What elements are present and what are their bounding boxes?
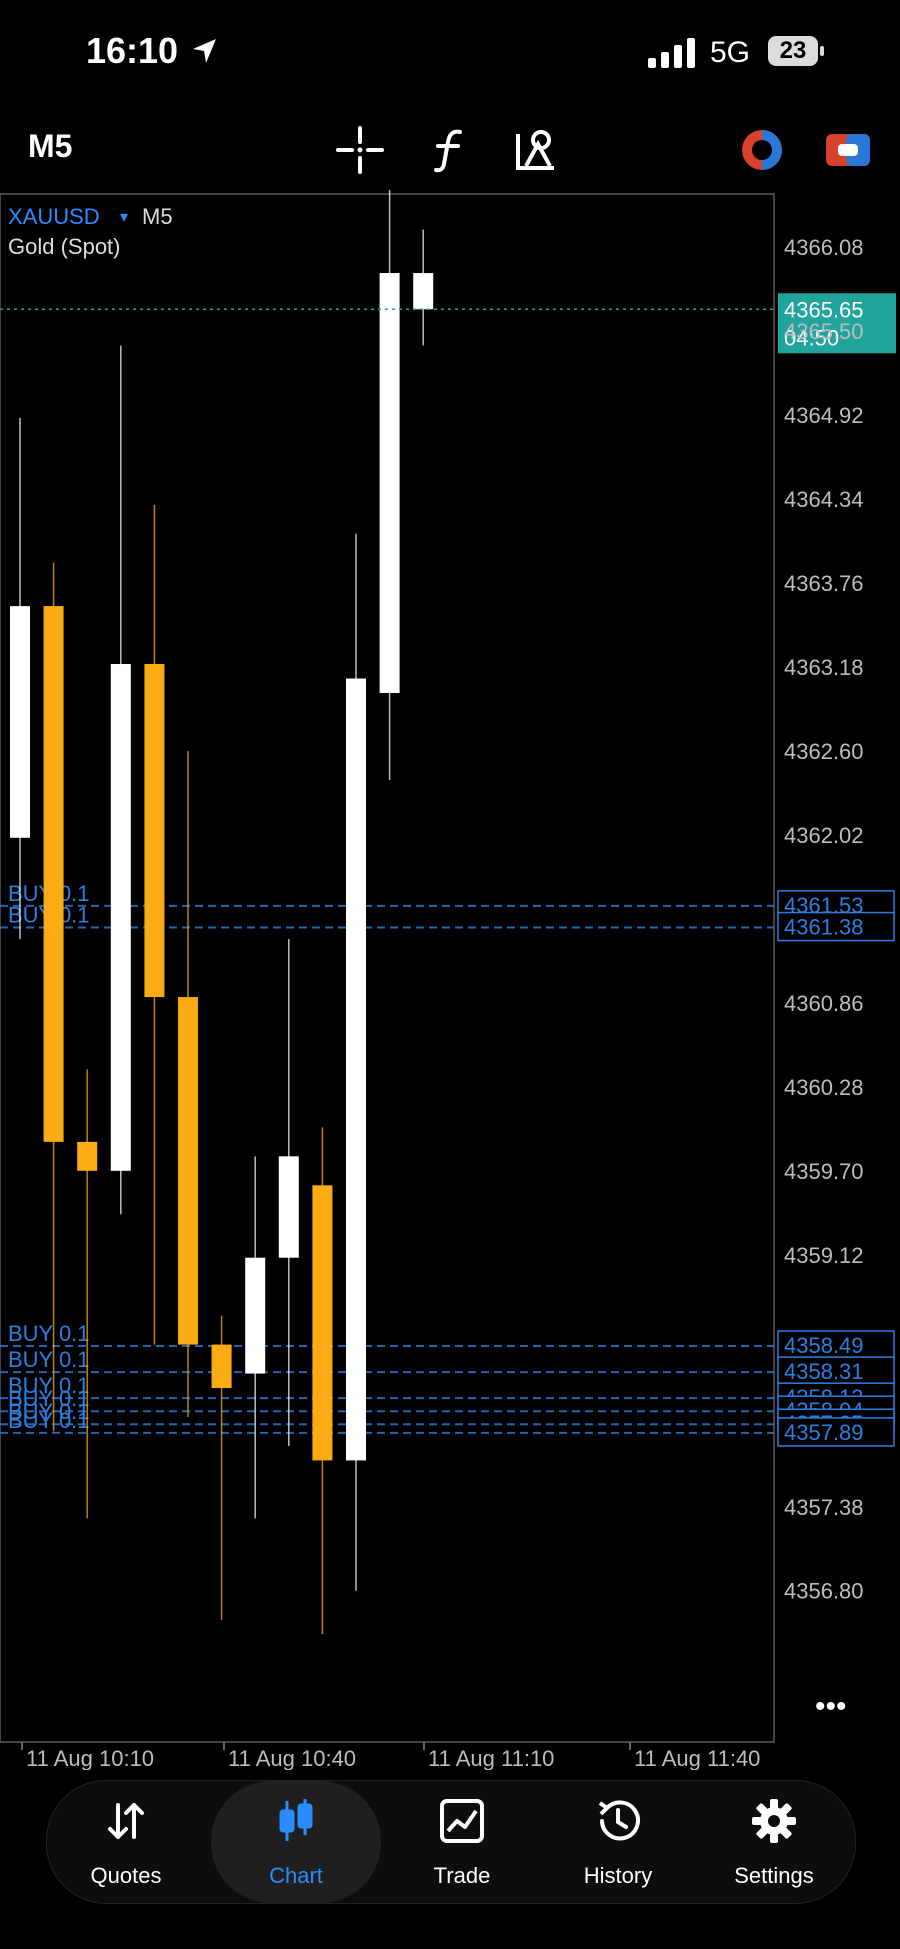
nav-trade[interactable]: Trade [387, 1781, 537, 1903]
candle-body [379, 273, 400, 693]
y-tick-label: 4359.70 [784, 1159, 864, 1184]
candle-body [413, 273, 434, 310]
x-tick-label: 11 Aug 10:10 [26, 1746, 154, 1770]
nav-history-label: History [583, 1863, 653, 1888]
y-tick-label: 4362.60 [784, 739, 864, 764]
x-tick-label: 11 Aug 11:40 [634, 1746, 760, 1770]
timeframe-button[interactable]: M5 [28, 128, 72, 165]
y-tick-label: 4356.80 [784, 1579, 864, 1604]
history-clock-icon [598, 1800, 640, 1841]
candle [312, 1127, 333, 1635]
one-click-trading-icon[interactable] [736, 124, 788, 176]
y-tick-label: 4366.08 [784, 235, 864, 260]
candle [346, 533, 366, 1591]
candle-body [346, 678, 366, 1461]
y-tick-label: 4364.92 [784, 403, 864, 428]
y-tick-label: 4365.50 [784, 319, 864, 344]
nav-chart[interactable]: Chart [211, 1781, 381, 1903]
price-chart[interactable]: XAUUSD ▾ M5 Gold (Spot) BUY 0.1 4361.53BU… [0, 190, 900, 1770]
candle-body [211, 1344, 232, 1389]
candle-body [77, 1141, 98, 1171]
y-tick-label: 4364.34 [784, 487, 864, 512]
candle-body [278, 1156, 299, 1258]
x-tick-label: 11 Aug 10:40 [228, 1746, 356, 1770]
candle-body [43, 606, 64, 1142]
buy-order-label: BUY 0.1 [8, 1347, 90, 1372]
quotes-arrows-icon [108, 1803, 144, 1839]
y-tick-label: 4357.38 [784, 1495, 864, 1520]
objects-shapes-icon[interactable] [510, 124, 562, 176]
candle-body [110, 664, 131, 1171]
candle-body [178, 997, 198, 1345]
bottom-navigation: Quotes Chart Trade History Settings [46, 1780, 856, 1904]
y-tick-label: 4360.86 [784, 991, 864, 1016]
buy-order-price: 4358.49 [784, 1333, 864, 1358]
buy-order-price: 4361.38 [784, 915, 864, 940]
nav-history[interactable]: History [543, 1781, 693, 1903]
y-tick-label: 4360.28 [784, 1075, 864, 1100]
network-type: 5G [710, 36, 751, 69]
symbol-dropdown-icon[interactable]: ▾ [120, 209, 128, 226]
more-options-icon[interactable]: ••• [815, 1690, 847, 1723]
candle [77, 1069, 98, 1519]
battery-indicator: 23 [768, 36, 818, 66]
buy-order-price: 4357.89 [784, 1420, 864, 1445]
location-arrow-icon [193, 39, 216, 63]
y-tick-label: 4359.12 [784, 1243, 864, 1268]
y-tick-label: 4363.18 [784, 655, 864, 680]
chart-timeframe: M5 [142, 204, 173, 229]
candle [379, 190, 400, 780]
candle [178, 750, 198, 1417]
buy-order-label: BUY 0.1 [8, 1321, 90, 1346]
candle [144, 504, 165, 1345]
buy-order-label: BUY 0.1 [8, 1408, 90, 1433]
trend-chart-icon [440, 1799, 484, 1843]
nav-settings[interactable]: Settings [699, 1781, 849, 1903]
nav-chart-label: Chart [269, 1863, 323, 1888]
candle-body [312, 1185, 333, 1461]
candle-body [245, 1257, 266, 1374]
status-bar: 16:10 5G 23 [0, 0, 900, 110]
crosshair-icon[interactable] [334, 124, 386, 176]
candle [413, 229, 434, 346]
nav-settings-label: Settings [734, 1863, 814, 1888]
buy-order-price: 4358.31 [784, 1359, 864, 1384]
battery-tip [820, 46, 824, 56]
x-tick-label: 11 Aug 11:10 [428, 1746, 554, 1770]
candle-body [10, 606, 30, 838]
gear-icon [752, 1799, 796, 1843]
candles-icon [279, 1799, 313, 1841]
y-tick-label: 4363.76 [784, 571, 864, 596]
nav-quotes-label: Quotes [90, 1863, 162, 1888]
chart-symbol[interactable]: XAUUSD [8, 204, 100, 229]
account-toggle-icon[interactable] [822, 124, 874, 176]
chart-description: Gold (Spot) [8, 234, 121, 259]
nav-trade-label: Trade [433, 1863, 491, 1888]
candle [110, 345, 131, 1215]
candle-body [144, 664, 165, 998]
status-time: 16:10 [86, 30, 179, 71]
signal-bars-icon [648, 38, 695, 68]
candle [10, 417, 30, 940]
chart-toolbar: M5 [0, 110, 900, 190]
candle [211, 1315, 232, 1620]
y-tick-label: 4362.02 [784, 823, 864, 848]
candle [43, 562, 64, 1432]
candle [245, 1156, 266, 1519]
indicators-function-icon[interactable] [424, 124, 476, 176]
nav-quotes[interactable]: Quotes [51, 1781, 201, 1903]
candle [278, 939, 299, 1446]
